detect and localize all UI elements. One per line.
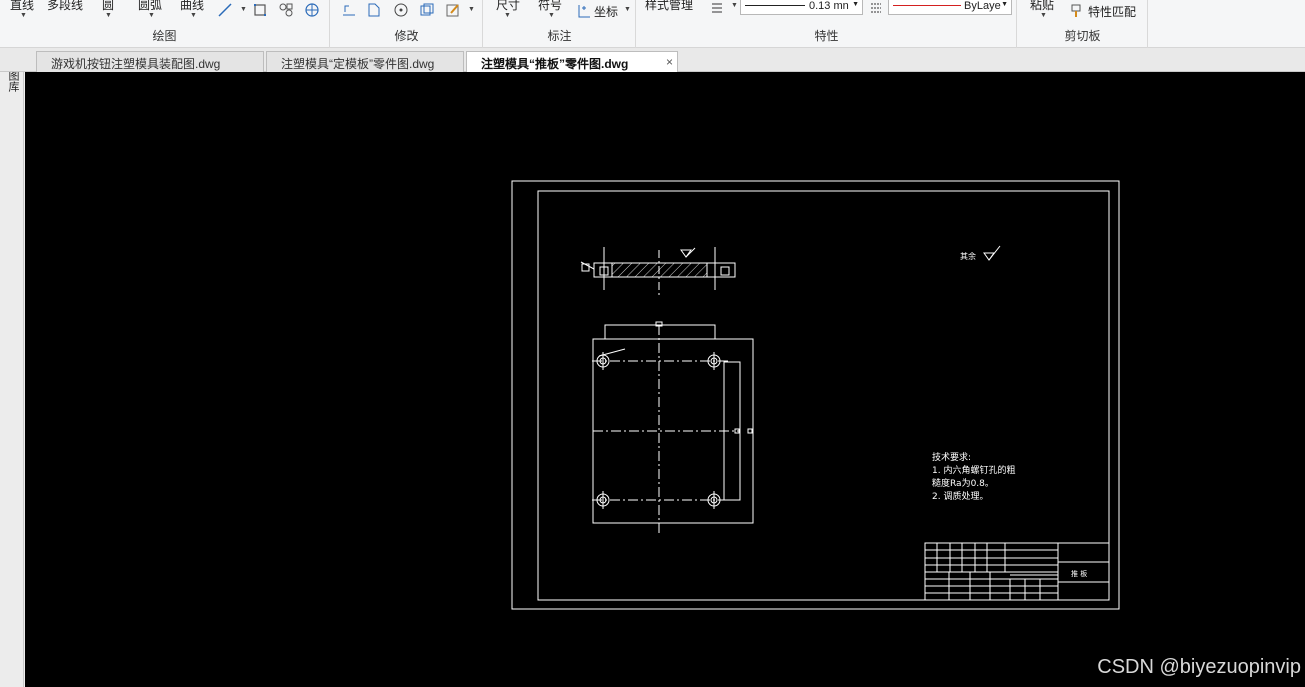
paste-dropdown-icon[interactable]: ▼ [1040,12,1047,19]
library-strip: 图库 [0,48,24,687]
sheet-inner-border [537,190,1110,601]
rotate-icon[interactable] [393,2,409,18]
lineweight-list-dropdown-icon[interactable]: ▼ [731,2,738,9]
annotate-group-title: 标注 [547,29,572,43]
arc-dropdown-icon[interactable]: ▼ [148,12,155,19]
style-manager-button[interactable]: 样式管理 [645,0,693,13]
library-label[interactable]: 图库 [5,70,19,92]
edit-icon[interactable] [445,2,461,18]
lineweight-list-icon[interactable] [709,0,725,16]
section-view [580,247,736,297]
mirror-icon[interactable] [366,2,382,18]
roughness-label: 其余 [960,251,976,261]
linetype-value: ByLaye [964,0,1001,12]
lineweight-preview-line [745,5,805,6]
modify-dropdown-icon[interactable]: ▼ [468,6,475,13]
construction-line-icon[interactable] [217,2,233,18]
linetype-list-icon[interactable] [868,0,884,16]
drawing-canvas[interactable]: 其余 技术要求: 1. 内六角螺钉孔的粗 糙度Ra为0.8。 2. 调质处理。 … [25,72,1305,687]
match-properties-button[interactable]: 特性匹配 [1088,3,1136,20]
lineweight-value: 0.13 mn [809,0,849,12]
csdn-watermark: CSDN @biyezuopinvip [1097,656,1301,678]
polyline-button[interactable]: 多段线 [47,0,83,13]
linetype-preview-line [893,5,961,6]
tech-req-line3: 2. 调质处理。 [932,490,988,502]
tab-push-plate-drawing[interactable]: 注塑模具“推板”零件图.dwg × [466,51,678,72]
draw-group: 直线 ▼ 多段线 圆 ▼ 圆弧 ▼ 曲线 ▼ ▼ 绘图 [0,0,330,48]
document-tab-bar: 游戏机按钮注塑模具装配图.dwg 注塑模具“定模板”零件图.dwg 注塑模具“推… [0,48,1305,72]
lineweight-dropdown-icon[interactable]: ▼ [852,1,859,8]
copy-icon[interactable] [419,2,435,18]
modify-group-title: 修改 [394,29,419,43]
tech-req-title: 技术要求: [932,451,971,463]
cad-drawing: 其余 技术要求: 1. 内六角螺钉孔的粗 糙度Ra为0.8。 2. 调质处理。 … [511,180,1120,610]
lineweight-select[interactable]: 0.13 mn ▼ [740,0,863,15]
region-icon[interactable] [304,2,320,18]
tech-req-line2: 糙度Ra为0.8。 [932,477,994,489]
draw-group-title: 绘图 [152,29,177,43]
tech-req-line1: 1. 内六角螺钉孔的粗 [932,464,1015,476]
tab-label: 游戏机按钮注塑模具装配图.dwg [51,57,221,71]
symbol-dropdown-icon[interactable]: ▼ [548,12,555,19]
curve-dropdown-icon[interactable]: ▼ [190,12,197,19]
linetype-dropdown-icon[interactable]: ▼ [1001,1,1008,8]
tab-label: 注塑模具“定模板”零件图.dwg [281,57,435,71]
construction-line-dropdown-icon[interactable]: ▼ [240,6,247,13]
dimension-dropdown-icon[interactable]: ▼ [504,12,511,19]
clipboard-group-title: 剪切板 [1064,29,1101,43]
line-dropdown-icon[interactable]: ▼ [20,12,27,19]
close-tab-icon[interactable]: × [666,55,673,69]
sheet-outer-border [511,180,1120,610]
circle-dropdown-icon[interactable]: ▼ [105,12,112,19]
rectangle-icon[interactable] [252,2,268,18]
coordinate-button[interactable]: 坐标 [594,3,618,20]
hatch-icon[interactable] [278,2,294,18]
tab-label: 注塑模具“推板”零件图.dwg [481,57,629,71]
clipboard-group: 粘贴 ▼ 特性匹配 剪切板 [1018,0,1148,48]
tab-assembly-drawing[interactable]: 游戏机按钮注塑模具装配图.dwg [36,51,264,72]
modify-group: ▼ 修改 [331,0,483,48]
part-name: 推 板 [1071,569,1087,578]
annotate-group: 尺寸 ▼ 符号 ▼ 坐标 ▼ 标注 [484,0,636,48]
ribbon: 直线 ▼ 多段线 圆 ▼ 圆弧 ▼ 曲线 ▼ ▼ 绘图 ▼ 修改 尺寸 ▼ 符号… [0,0,1305,48]
linetype-select[interactable]: ByLaye ▼ [888,0,1012,15]
coordinate-dropdown-icon[interactable]: ▼ [624,6,631,13]
match-properties-icon[interactable] [1069,3,1085,19]
plan-view [592,321,754,535]
coordinate-icon[interactable] [576,3,592,19]
properties-group: 样式管理 ▼ 0.13 mn ▼ ByLaye ▼ 特性 [637,0,1017,48]
offset-icon[interactable] [341,2,357,18]
tab-fixed-plate-drawing[interactable]: 注塑模具“定模板”零件图.dwg [266,51,464,72]
properties-group-title: 特性 [814,29,839,43]
surface-roughness-symbol [983,245,1001,261]
